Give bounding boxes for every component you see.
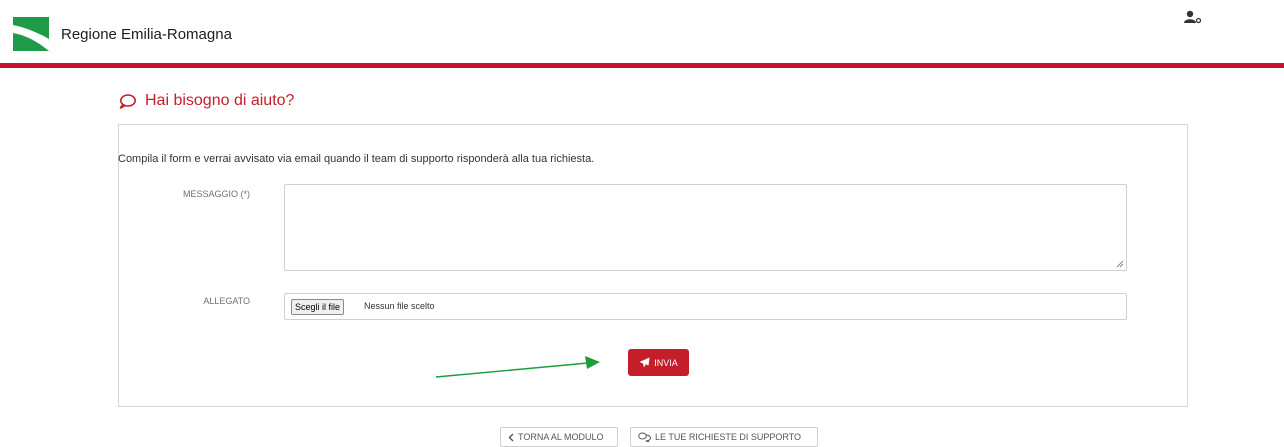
paper-plane-icon (639, 357, 650, 368)
back-to-module-button[interactable]: TORNA AL MODULO (500, 427, 618, 447)
header-accent-bar (0, 63, 1284, 68)
user-key-icon[interactable] (1184, 10, 1202, 24)
speech-bubble-icon (119, 93, 136, 109)
submit-button[interactable]: INVIA (628, 349, 689, 376)
annotation-arrow (435, 356, 600, 378)
choose-file-button[interactable]: Scegli il file (291, 299, 345, 315)
chevron-left-icon (508, 433, 514, 441)
regione-logo-icon[interactable] (13, 17, 49, 51)
message-textarea[interactable] (284, 184, 1127, 271)
message-label: MESSAGGIO (*) (182, 189, 250, 199)
my-support-requests-label: LE TUE RICHIESTE DI SUPPORTO (655, 432, 802, 442)
resize-handle-icon[interactable] (1116, 260, 1124, 268)
chat-bubbles-icon (638, 432, 651, 442)
top-header: Regione Emilia-Romagna (0, 0, 1284, 68)
attachment-label: ALLEGATO (203, 296, 250, 306)
back-to-module-label: TORNA AL MODULO (518, 432, 604, 442)
submit-label: INVIA (654, 357, 678, 368)
file-status-text: Nessun file scelto (364, 301, 435, 311)
form-intro-text: Compila il form e verrai avvisato via em… (118, 153, 595, 165)
brand-name[interactable]: Regione Emilia-Romagna (61, 26, 232, 43)
help-heading: Hai bisogno di aiuto? (119, 92, 294, 110)
my-support-requests-button[interactable]: LE TUE RICHIESTE DI SUPPORTO (630, 427, 818, 447)
help-title: Hai bisogno di aiuto? (145, 92, 295, 109)
attachment-file-input[interactable]: Scegli il file Nessun file scelto (284, 293, 1127, 320)
